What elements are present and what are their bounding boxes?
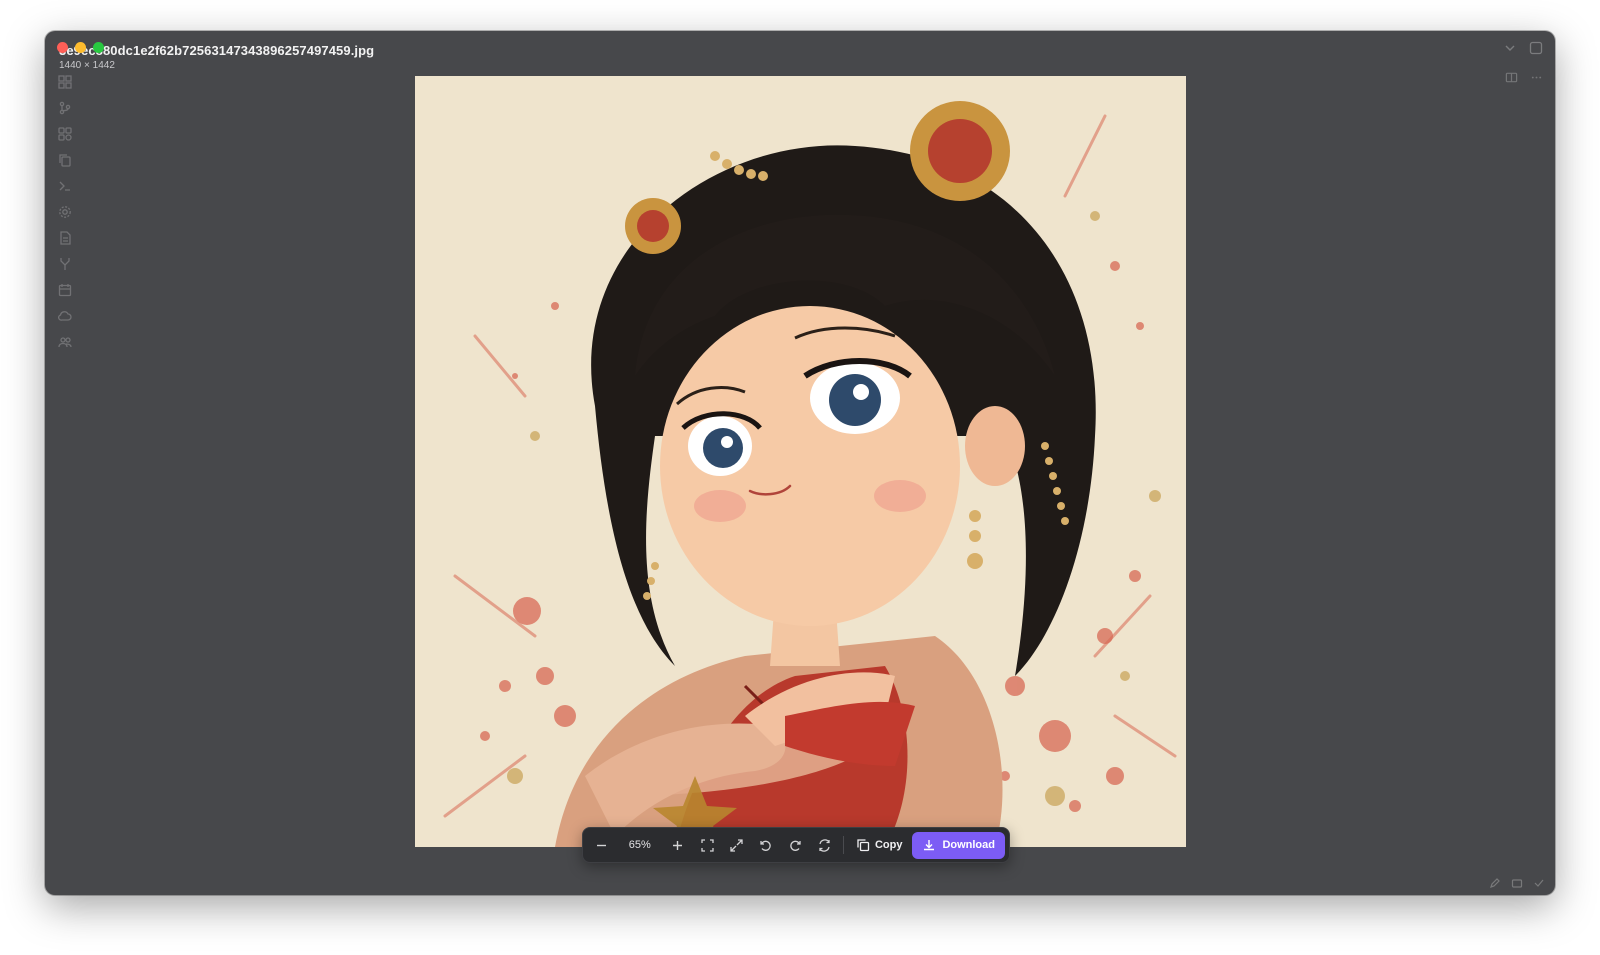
users-icon[interactable] <box>58 335 72 349</box>
close-window-button[interactable] <box>57 42 68 53</box>
image-dimensions: 1440 × 1442 <box>59 60 115 71</box>
layout-toggle-icon[interactable] <box>1529 41 1543 60</box>
zoom-out-button[interactable] <box>587 831 616 859</box>
image-preview <box>415 76 1186 847</box>
storage-icon <box>1511 879 1523 888</box>
status-bar <box>1489 877 1545 889</box>
image-toolbar: 65% Copy Download <box>582 827 1010 863</box>
reset-button[interactable] <box>810 831 839 859</box>
file-name-title: 3e9ec880dc1e2f62b72563147343896257497459… <box>59 43 375 58</box>
terminal-icon[interactable] <box>58 179 72 193</box>
background-sidebar <box>55 75 75 349</box>
rotate-right-button[interactable] <box>780 831 809 859</box>
maximize-window-button[interactable] <box>93 42 104 53</box>
window-controls <box>57 42 104 53</box>
edit-icon <box>1490 878 1500 888</box>
branch-icon[interactable] <box>58 101 72 115</box>
download-label: Download <box>942 839 995 851</box>
copy-icon[interactable] <box>58 153 72 167</box>
copy-label: Copy <box>874 839 903 851</box>
document-icon[interactable] <box>58 231 72 245</box>
zoom-in-button[interactable] <box>663 831 692 859</box>
download-button[interactable]: Download <box>912 831 1005 859</box>
merge-icon[interactable] <box>58 257 72 271</box>
check-icon <box>1534 879 1544 887</box>
toolbar-divider <box>842 836 844 854</box>
illustration-image <box>415 76 1186 847</box>
chevron-down-icon[interactable] <box>1503 41 1517 60</box>
copy-icon <box>857 839 870 852</box>
more-icon[interactable] <box>1530 71 1543 89</box>
plus-icon <box>673 840 683 850</box>
settings-icon[interactable] <box>58 205 72 219</box>
secondary-controls <box>1505 71 1543 89</box>
image-viewer-window: 3e9ec880dc1e2f62b72563147343896257497459… <box>45 31 1555 895</box>
zoom-level: 65% <box>628 839 651 851</box>
reset-icon <box>819 838 830 852</box>
minus-icon <box>597 844 607 846</box>
top-right-controls <box>1503 41 1543 60</box>
grid-icon[interactable] <box>58 75 72 89</box>
expand-icon <box>730 838 743 852</box>
rotate-right-icon <box>789 840 801 851</box>
rotate-left-icon <box>760 840 771 851</box>
fit-screen-icon <box>700 838 714 852</box>
copy-button[interactable]: Copy <box>848 831 911 859</box>
fullscreen-button[interactable] <box>722 831 751 859</box>
minimize-window-button[interactable] <box>75 42 86 53</box>
rotate-left-button[interactable] <box>751 831 780 859</box>
download-icon <box>924 840 935 851</box>
split-view-icon[interactable] <box>1505 71 1518 89</box>
calendar-icon[interactable] <box>58 283 72 297</box>
extensions-icon[interactable] <box>58 127 72 141</box>
fit-screen-button[interactable] <box>692 831 721 859</box>
cloud-icon[interactable] <box>58 309 72 323</box>
